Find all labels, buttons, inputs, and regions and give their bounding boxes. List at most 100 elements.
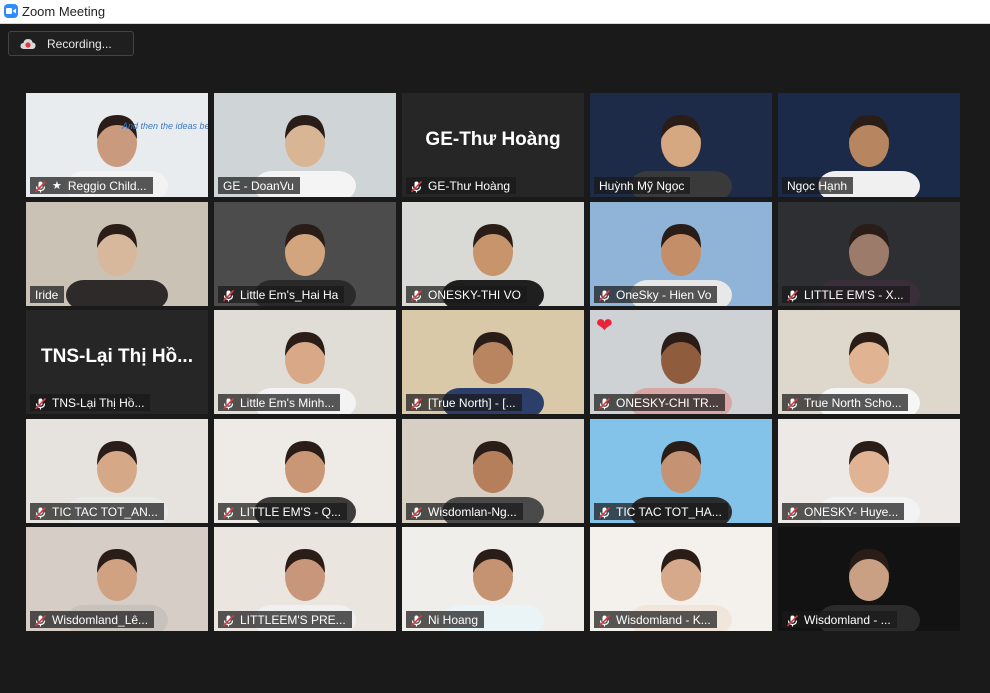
participant-tile[interactable]: LITTLE EM'S - Q...	[214, 419, 396, 523]
participant-name: TIC TAC TOT_HA...	[616, 504, 722, 519]
participant-name: TIC TAC TOT_AN...	[52, 504, 158, 519]
recording-indicator[interactable]: Recording...	[8, 31, 134, 56]
participant-name: Wisdomland - ...	[804, 612, 891, 627]
mic-muted-icon	[598, 614, 611, 627]
participant-name: ONESKY- Huye...	[804, 504, 899, 519]
participant-name-bar: LITTLE EM'S - X...	[782, 286, 910, 303]
shared-slide-text: And then the ideas beca	[122, 121, 208, 131]
participant-name-bar: Wisdomland_Lê...	[30, 611, 155, 628]
participant-gallery: And then the ideas beca ★ Reggio Child... G…	[26, 93, 964, 633]
participant-tile[interactable]: LITTLE EM'S - X...	[778, 202, 960, 306]
participant-display-name: TNS-Lại Thị Hồ...	[41, 346, 193, 367]
mic-muted-icon	[410, 506, 423, 519]
mic-muted-icon	[598, 506, 611, 519]
participant-tile[interactable]: [True North] - [...	[402, 310, 584, 414]
participant-name: TNS-Lại Thị Hồ...	[52, 395, 145, 410]
participant-tile[interactable]: TIC TAC TOT_HA...	[590, 419, 772, 523]
participant-name: ONESKY-THI VO	[428, 287, 521, 302]
mic-muted-icon	[34, 614, 47, 627]
participant-name: [True North] - [...	[428, 395, 516, 410]
participant-name-bar: Little Em's Minh...	[218, 394, 341, 411]
pin-icon: ★	[52, 180, 62, 192]
participant-name: Iride	[35, 287, 59, 302]
participant-name-bar: [True North] - [...	[406, 394, 522, 411]
mic-muted-icon	[786, 614, 799, 627]
participant-name: LITTLE EM'S - X...	[804, 287, 904, 302]
mic-muted-icon	[222, 289, 235, 302]
participant-tile[interactable]: True North Scho...	[778, 310, 960, 414]
participant-tile[interactable]: Ngọc Hạnh	[778, 93, 960, 197]
participant-name-bar: ★ Reggio Child...	[30, 177, 153, 194]
recording-label: Recording...	[47, 37, 112, 51]
participant-name-bar: Iride	[30, 286, 65, 303]
mic-muted-icon	[222, 614, 235, 627]
participant-tile[interactable]: GE - DoanVu	[214, 93, 396, 197]
participant-name-bar: TIC TAC TOT_AN...	[30, 503, 164, 520]
participant-name-bar: ONESKY-THI VO	[406, 286, 527, 303]
participant-name-bar: Huỳnh Mỹ Ngọc	[594, 177, 691, 194]
participant-tile[interactable]: TNS-Lại Thị Hồ... TNS-Lại Thị Hồ...	[26, 310, 208, 414]
participant-tile[interactable]: Huỳnh Mỹ Ngọc	[590, 93, 772, 197]
participant-tile[interactable]: Little Em's_Hai Ha	[214, 202, 396, 306]
participant-tile[interactable]: Wisdomland - ...	[778, 527, 960, 631]
participant-tile[interactable]: Wisdomland - K...	[590, 527, 772, 631]
participant-name-bar: LITTLEEM'S PRE...	[218, 611, 352, 628]
mic-muted-icon	[786, 506, 799, 519]
participant-name: OneSky - Hien Vo	[616, 287, 712, 302]
participant-name: Little Em's Minh...	[240, 395, 335, 410]
mic-muted-icon	[222, 397, 235, 410]
participant-name: Huỳnh Mỹ Ngọc	[599, 178, 685, 193]
mic-muted-icon	[34, 506, 47, 519]
mic-muted-icon	[222, 506, 235, 519]
participant-tile[interactable]: Wisdomland_Lê...	[26, 527, 208, 631]
mic-muted-icon	[598, 289, 611, 302]
participant-name-bar: ONESKY- Huye...	[782, 503, 905, 520]
participant-name-bar: Wisdomland - ...	[782, 611, 897, 628]
participant-name-bar: OneSky - Hien Vo	[594, 286, 718, 303]
mic-muted-icon	[786, 289, 799, 302]
participant-tile[interactable]: TIC TAC TOT_AN...	[26, 419, 208, 523]
participant-name-bar: TNS-Lại Thị Hồ...	[30, 394, 151, 411]
participant-tile[interactable]: Ni Hoang	[402, 527, 584, 631]
cloud-record-icon	[20, 39, 36, 49]
participant-name-bar: ONESKY-CHI TR...	[594, 394, 725, 411]
participant-name: LITTLE EM'S - Q...	[240, 504, 341, 519]
participant-name: Ni Hoang	[428, 612, 479, 627]
mic-muted-icon	[410, 180, 423, 193]
mic-muted-icon	[410, 614, 423, 627]
participant-tile[interactable]: And then the ideas beca ★ Reggio Child...	[26, 93, 208, 197]
participant-name: Reggio Child...	[67, 178, 147, 193]
participant-name: Ngọc Hạnh	[787, 178, 848, 193]
participant-name-bar: TIC TAC TOT_HA...	[594, 503, 728, 520]
participant-tile[interactable]: Little Em's Minh...	[214, 310, 396, 414]
participant-tile[interactable]: ONESKY-THI VO	[402, 202, 584, 306]
participant-tile[interactable]: OneSky - Hien Vo	[590, 202, 772, 306]
participant-display-name: GE-Thư Hoàng	[425, 129, 561, 150]
participant-tile[interactable]: Wisdomlan-Ng...	[402, 419, 584, 523]
participant-tile[interactable]: GE-Thư Hoàng GE-Thư Hoàng	[402, 93, 584, 197]
participant-tile[interactable]: Iride	[26, 202, 208, 306]
participant-name: ONESKY-CHI TR...	[616, 395, 719, 410]
participant-name-bar: LITTLE EM'S - Q...	[218, 503, 347, 520]
title-bar: Zoom Meeting	[0, 0, 990, 24]
participant-tile[interactable]: ❤ ONESKY-CHI TR...	[590, 310, 772, 414]
heart-reaction-icon: ❤	[596, 315, 613, 337]
mic-muted-icon	[410, 397, 423, 410]
participant-name-bar: GE-Thư Hoàng	[406, 177, 517, 194]
participant-name-bar: Wisdomlan-Ng...	[406, 503, 523, 520]
participant-name-bar: Wisdomland - K...	[594, 611, 717, 628]
participant-name-bar: GE - DoanVu	[218, 177, 300, 194]
mic-muted-icon	[410, 289, 423, 302]
participant-tile[interactable]: ONESKY- Huye...	[778, 419, 960, 523]
participant-name: GE-Thư Hoàng	[428, 178, 511, 193]
participant-name-bar: Ni Hoang	[406, 611, 485, 628]
participant-name: LITTLEEM'S PRE...	[240, 612, 346, 627]
window-title: Zoom Meeting	[22, 4, 106, 19]
participant-name: Wisdomland - K...	[616, 612, 711, 627]
zoom-camera-icon	[4, 4, 18, 18]
participant-tile[interactable]: LITTLEEM'S PRE...	[214, 527, 396, 631]
participant-name: Little Em's_Hai Ha	[240, 287, 339, 302]
participant-name-bar: Ngọc Hạnh	[782, 177, 854, 194]
participant-name: GE - DoanVu	[223, 178, 294, 193]
mic-muted-icon	[786, 397, 799, 410]
